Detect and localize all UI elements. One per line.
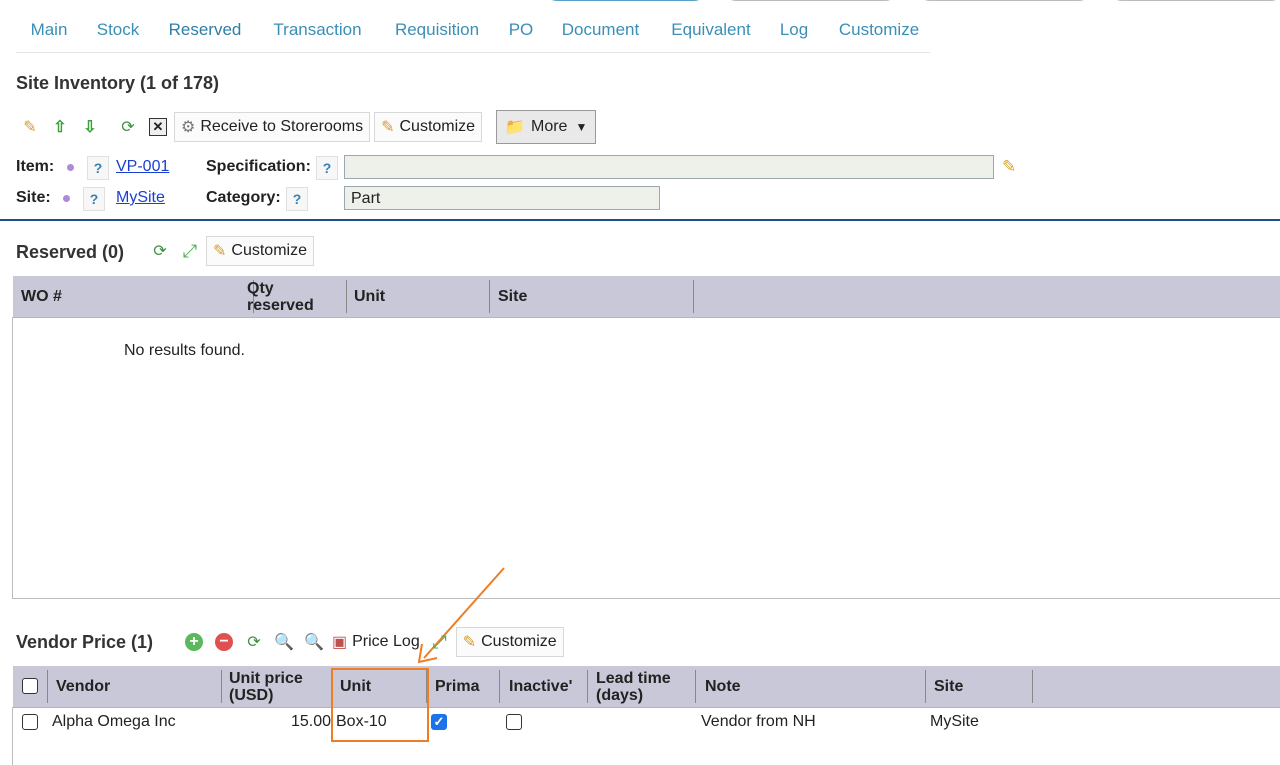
tab-requisition[interactable]: Requisition (382, 10, 492, 52)
expand-icon[interactable]: ⤢ (176, 237, 204, 265)
tab-document[interactable]: Document (549, 10, 652, 52)
caret-down-icon: ▼ (575, 120, 588, 134)
more-menu-button[interactable]: 📁 More ▼ (496, 110, 597, 144)
add-icon[interactable]: + (180, 628, 208, 656)
reserved-title: Reserved (0) (16, 242, 125, 262)
tab-divider (16, 52, 930, 53)
tab-main[interactable]: Main (16, 10, 82, 52)
gears-icon: ⚙ (181, 119, 196, 136)
required-dot-icon (63, 195, 70, 202)
reserved-grid-header: WO # Qty reserved Unit Site (13, 276, 1280, 318)
column-header-vendor[interactable]: Vendor (48, 666, 218, 707)
customize-label: Customize (231, 242, 307, 259)
column-divider (693, 280, 694, 313)
tab-po[interactable]: PO (500, 10, 542, 52)
column-header-site[interactable]: Site (926, 666, 1031, 707)
annotation-highlight-box (331, 668, 429, 742)
site-help-button[interactable]: ? (83, 187, 105, 211)
price-log-button[interactable]: ▣ Price Log (330, 628, 422, 656)
column-header-wo[interactable]: WO # (13, 276, 241, 317)
category-label: Category: (206, 189, 281, 206)
column-header-site[interactable]: Site (490, 276, 690, 317)
specification-field[interactable] (344, 155, 994, 179)
category-field: Part (344, 186, 660, 210)
column-header-lead-time[interactable]: Lead time (days) (588, 666, 693, 707)
tab-bar: Main Stock Reserved Transaction Requisit… (0, 0, 1280, 55)
tab-stock[interactable]: Stock (86, 10, 150, 52)
column-header-qty-reserved[interactable]: Qty reserved (239, 276, 339, 317)
vendor-grid-body (12, 707, 1280, 765)
customize-label: Customize (481, 633, 557, 650)
zoom-in-icon[interactable]: 🔍 (270, 628, 298, 656)
reserved-toolbar: ⟳ ⤢ ✎ Customize (146, 236, 318, 266)
tab-log[interactable]: Log (771, 10, 817, 52)
price-log-icon: ▣ (332, 634, 348, 651)
receive-to-storerooms-button[interactable]: ⚙ Receive to Storerooms (174, 112, 371, 142)
vendor-customize-button[interactable]: ✎ Customize (455, 627, 564, 657)
column-divider (1032, 670, 1033, 703)
zoom-out-icon[interactable]: 🔍 (300, 628, 328, 656)
tab-reserved[interactable]: Reserved (157, 10, 253, 55)
customize-label: Customize (399, 118, 476, 135)
customize-icon: ✎ (462, 634, 477, 651)
empty-results-text: No results found. (124, 342, 245, 359)
vendor-price-toolbar: + − ⟳ 🔍 🔍 ▣ Price Log ⤢ ✎ Customize (180, 627, 568, 657)
required-dot-icon (67, 164, 74, 171)
clear-icon[interactable]: ✕ (144, 113, 172, 141)
column-header-inactive[interactable]: Inactive' (501, 666, 581, 707)
price-log-label: Price Log (352, 633, 420, 650)
vendor-price-title: Vendor Price (1) (16, 632, 154, 652)
site-link[interactable]: MySite (116, 189, 165, 207)
vendor-grid-header: Vendor Unit price (USD) Unit Prima Inact… (13, 666, 1280, 708)
remove-icon[interactable]: − (210, 628, 238, 656)
site-inventory-toolbar: ✎ ⇧ ⇩ ⟳ ✕ ⚙ Receive to Storerooms ✎ Custom… (16, 110, 597, 144)
column-divider (499, 670, 500, 703)
column-header-unit[interactable]: Unit (346, 276, 486, 317)
site-inventory-title: Site Inventory (1 of 178) (16, 73, 220, 93)
tab-equivalent[interactable]: Equivalent (659, 10, 763, 52)
column-header-primary[interactable]: Prima (427, 666, 497, 707)
item-label: Item: (16, 158, 55, 175)
customize-icon: ✎ (381, 119, 395, 136)
folder-icon: 📁 (505, 119, 525, 136)
reserved-customize-button[interactable]: ✎ Customize (206, 236, 314, 266)
column-header-note[interactable]: Note (697, 666, 922, 707)
refresh-icon[interactable]: ⟳ (240, 628, 268, 656)
refresh-icon[interactable]: ⟳ (114, 113, 142, 141)
receive-label: Receive to Storerooms (200, 118, 364, 135)
more-label: More (530, 118, 568, 135)
pencil-icon[interactable]: ✎ (1002, 157, 1016, 177)
row-select-checkbox[interactable] (22, 714, 38, 730)
specification-label: Specification: (206, 158, 311, 175)
edit-icon[interactable]: ✎ (16, 113, 44, 141)
vendor-cell[interactable]: Alpha Omega Inc (52, 713, 176, 731)
customize-button[interactable]: ✎ Customize (374, 112, 483, 142)
column-divider (695, 670, 696, 703)
tab-transaction[interactable]: Transaction (260, 10, 375, 52)
column-header-unit-price[interactable]: Unit price (USD) (221, 666, 327, 707)
category-help-button[interactable]: ? (286, 187, 308, 211)
primary-checkbox[interactable]: ✓ (431, 714, 447, 730)
spec-help-button[interactable]: ? (316, 156, 338, 180)
refresh-icon[interactable]: ⟳ (146, 237, 174, 265)
inactive-checkbox[interactable] (506, 714, 522, 730)
unit-price-cell: 15.00 (290, 713, 331, 730)
select-all-checkbox[interactable] (22, 678, 38, 694)
tab-customize[interactable]: Customize (826, 10, 932, 52)
item-help-button[interactable]: ? (87, 156, 109, 180)
site-label: Site: (16, 189, 51, 206)
item-link[interactable]: VP-001 (116, 158, 169, 176)
site-cell: MySite (930, 713, 979, 730)
arrow-down-icon[interactable]: ⇩ (76, 113, 104, 141)
expand-icon[interactable]: ⤢ (426, 628, 454, 656)
arrow-up-icon[interactable]: ⇧ (46, 113, 74, 141)
customize-icon: ✎ (213, 243, 227, 260)
section-divider (0, 219, 1280, 221)
note-cell: Vendor from NH (701, 713, 816, 730)
